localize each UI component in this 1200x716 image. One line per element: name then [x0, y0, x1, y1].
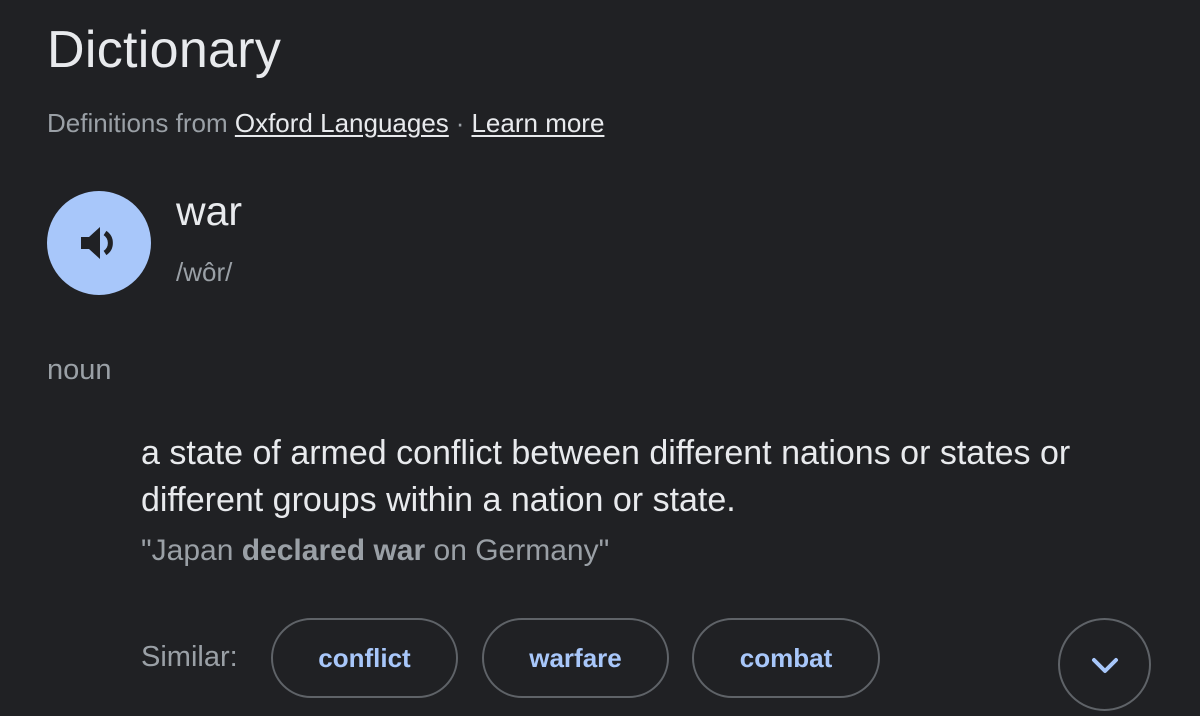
dictionary-card: Dictionary Definitions from Oxford Langu… — [0, 0, 1200, 716]
similar-word-chip[interactable]: warfare — [482, 618, 669, 698]
example-end: on Germany" — [425, 534, 610, 567]
learn-more-link[interactable]: Learn more — [471, 108, 604, 138]
oxford-languages-link[interactable]: Oxford Languages — [235, 108, 449, 138]
similar-label: Similar: — [141, 641, 238, 673]
expand-button[interactable] — [1058, 618, 1151, 711]
source-prefix: Definitions from — [47, 108, 228, 138]
page-title: Dictionary — [47, 21, 282, 79]
similar-word-label: conflict — [318, 642, 411, 673]
definition-text: a state of armed conflict between differ… — [141, 434, 1071, 519]
pronunciation-button[interactable] — [47, 191, 151, 295]
similar-word-chip[interactable]: combat — [692, 618, 880, 698]
source-line: Definitions from Oxford Languages · Learn … — [47, 108, 604, 139]
similar-word-label: warfare — [529, 642, 622, 673]
phonetic-spelling: /wôr/ — [176, 257, 233, 287]
volume-up-icon — [81, 227, 113, 259]
chevron-down-icon — [1091, 657, 1118, 673]
similar-word-chip[interactable]: conflict — [271, 618, 458, 698]
similar-word-label: combat — [739, 642, 833, 673]
separator: · — [455, 108, 465, 138]
usage-example: "Japan declared war on Germany" — [141, 534, 609, 568]
example-emphasis: declared war — [241, 534, 426, 567]
part-of-speech: noun — [47, 354, 112, 386]
example-start: "Japan — [141, 534, 242, 567]
headword: war — [176, 188, 243, 234]
